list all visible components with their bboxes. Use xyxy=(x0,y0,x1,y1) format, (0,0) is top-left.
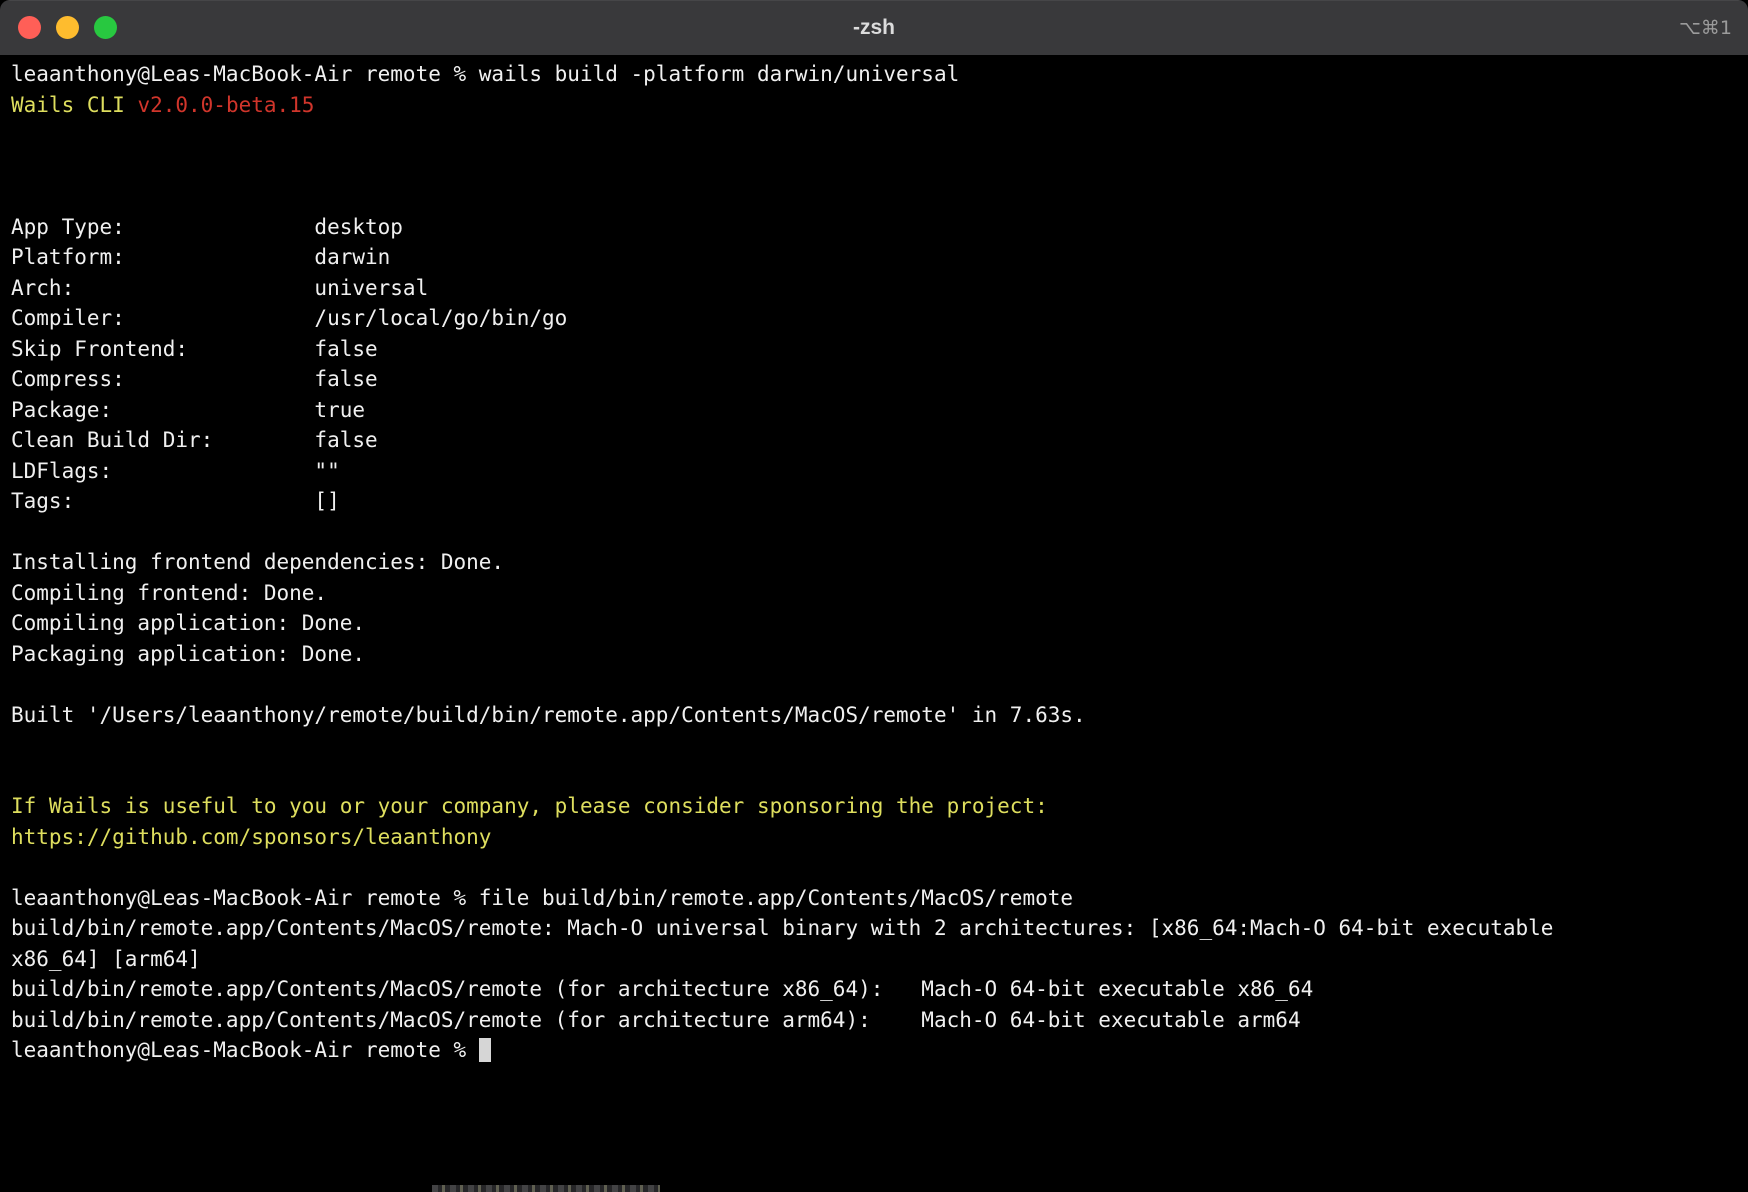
terminal-screen[interactable]: leaanthony@Leas-MacBook-Air remote % wai… xyxy=(0,56,1748,1066)
terminal-line: build/bin/remote.app/Contents/MacOS/remo… xyxy=(11,913,1740,944)
terminal-line xyxy=(11,120,1740,151)
terminal-line xyxy=(11,761,1740,792)
terminal-line: https://github.com/sponsors/leaanthony xyxy=(11,822,1740,853)
window-titlebar[interactable]: -zsh ⌥⌘1 xyxy=(0,0,1748,56)
traffic-lights xyxy=(0,16,117,39)
terminal-cursor xyxy=(479,1038,492,1062)
terminal-line: Clean Build Dir: false xyxy=(11,425,1740,456)
terminal-line xyxy=(11,517,1740,548)
terminal-line: Built '/Users/leaanthony/remote/build/bi… xyxy=(11,700,1740,731)
terminal-line: Compiling application: Done. xyxy=(11,608,1740,639)
terminal-line: Packaging application: Done. xyxy=(11,639,1740,670)
zoom-button[interactable] xyxy=(94,16,117,39)
terminal-line xyxy=(11,181,1740,212)
terminal-line: App Type: desktop xyxy=(11,212,1740,243)
background-window-edge xyxy=(432,1185,660,1192)
terminal-line: LDFlags: "" xyxy=(11,456,1740,487)
terminal-line: Wails CLI v2.0.0-beta.15 xyxy=(11,90,1740,121)
terminal-line: build/bin/remote.app/Contents/MacOS/remo… xyxy=(11,1005,1740,1036)
terminal-line xyxy=(11,730,1740,761)
close-button[interactable] xyxy=(18,16,41,39)
terminal-line: x86_64] [arm64] xyxy=(11,944,1740,975)
terminal-line: leaanthony@Leas-MacBook-Air remote % xyxy=(11,1035,1740,1066)
terminal-line xyxy=(11,151,1740,182)
terminal-line xyxy=(11,852,1740,883)
terminal-line: Tags: [] xyxy=(11,486,1740,517)
minimize-button[interactable] xyxy=(56,16,79,39)
terminal-line: leaanthony@Leas-MacBook-Air remote % wai… xyxy=(11,59,1740,90)
terminal-line: Platform: darwin xyxy=(11,242,1740,273)
window-title: -zsh xyxy=(0,0,1748,55)
terminal-line: Compress: false xyxy=(11,364,1740,395)
terminal-line: leaanthony@Leas-MacBook-Air remote % fil… xyxy=(11,883,1740,914)
terminal-window: -zsh ⌥⌘1 leaanthony@Leas-MacBook-Air rem… xyxy=(0,0,1748,1192)
terminal-line: Compiling frontend: Done. xyxy=(11,578,1740,609)
terminal-line: Arch: universal xyxy=(11,273,1740,304)
terminal-line: build/bin/remote.app/Contents/MacOS/remo… xyxy=(11,974,1740,1005)
terminal-line: Compiler: /usr/local/go/bin/go xyxy=(11,303,1740,334)
terminal-line: Skip Frontend: false xyxy=(11,334,1740,365)
terminal-line: Package: true xyxy=(11,395,1740,426)
terminal-line xyxy=(11,669,1740,700)
terminal-line: Installing frontend dependencies: Done. xyxy=(11,547,1740,578)
window-shortcut-badge: ⌥⌘1 xyxy=(1679,0,1732,55)
terminal-line: If Wails is useful to you or your compan… xyxy=(11,791,1740,822)
